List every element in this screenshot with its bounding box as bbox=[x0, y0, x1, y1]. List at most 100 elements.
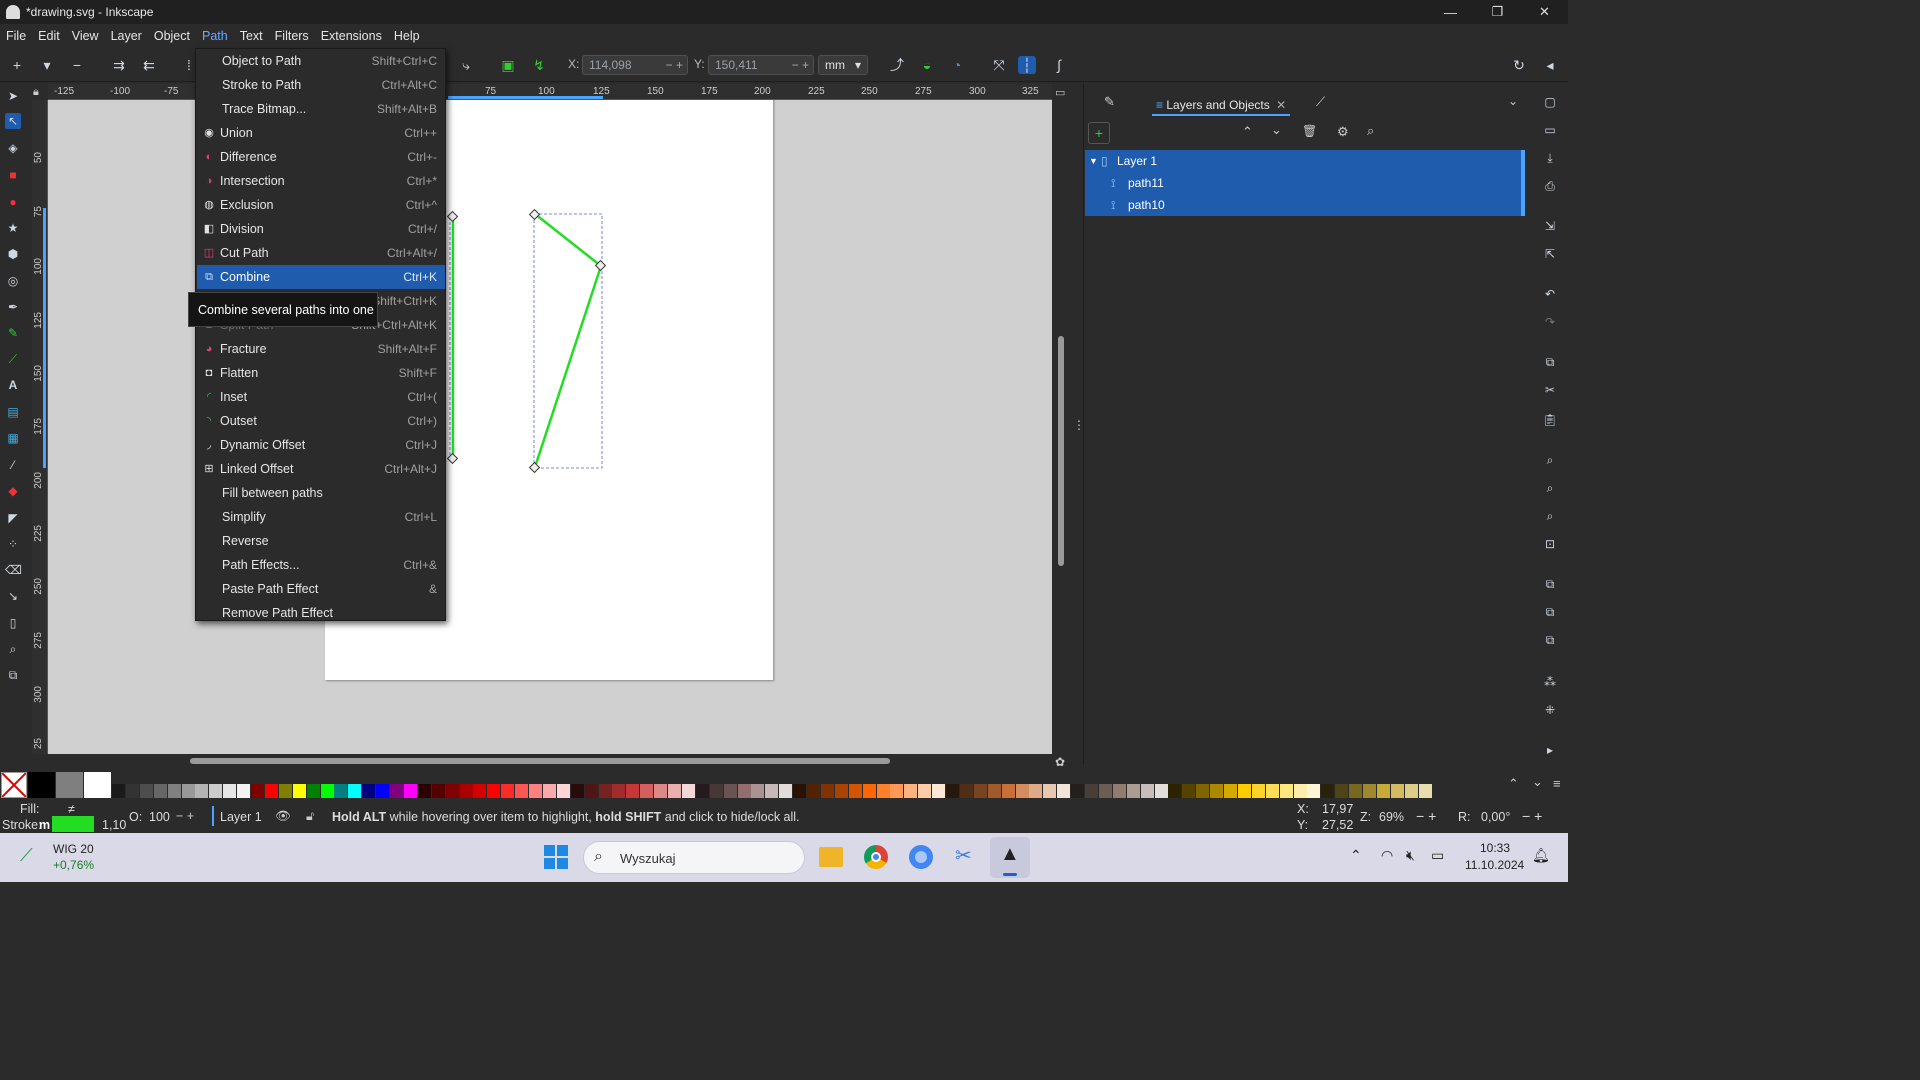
color-swatch[interactable] bbox=[598, 784, 612, 798]
eraser-tool-icon[interactable]: ⌫ bbox=[5, 562, 22, 578]
menu-item-dynamic-offset[interactable]: ◞ Dynamic Offset Ctrl+J bbox=[197, 433, 445, 457]
color-swatch[interactable] bbox=[862, 784, 876, 798]
transform-handles-icon[interactable]: ⤧ bbox=[990, 56, 1008, 74]
move-down-icon[interactable]: ⌄ bbox=[1271, 122, 1282, 138]
unit-select[interactable]: mm ▾ bbox=[818, 55, 868, 75]
path-effects-icon[interactable]: ⤴ bbox=[888, 56, 906, 74]
color-swatch[interactable] bbox=[1098, 784, 1112, 798]
zoom-page-icon[interactable]: ⌕ bbox=[1542, 508, 1558, 524]
expand-more-icon[interactable]: ▸ bbox=[1542, 742, 1558, 758]
color-swatch[interactable] bbox=[292, 784, 306, 798]
speaker-muted-icon[interactable]: 🔇︎ bbox=[1406, 847, 1415, 864]
close-button[interactable]: ✕ bbox=[1521, 0, 1568, 24]
color-swatch[interactable] bbox=[668, 784, 681, 798]
zoom-selection-icon[interactable]: ⌕ bbox=[1542, 452, 1558, 468]
color-swatch[interactable] bbox=[195, 784, 209, 798]
current-layer-select[interactable]: Layer 1 bbox=[220, 810, 262, 824]
color-swatch[interactable] bbox=[390, 784, 403, 798]
color-swatch[interactable] bbox=[334, 784, 348, 798]
menu-text[interactable]: Text bbox=[234, 24, 269, 48]
color-swatch[interactable] bbox=[709, 784, 723, 798]
menu-item-trace-bitmap[interactable]: Trace Bitmap... Shift+Alt+B bbox=[197, 97, 445, 121]
snap-menu-icon[interactable]: ◂ bbox=[1541, 56, 1559, 74]
color-swatch[interactable] bbox=[640, 784, 654, 798]
zoom-input[interactable]: 69% bbox=[1379, 810, 1404, 824]
color-swatch[interactable] bbox=[1196, 784, 1210, 798]
color-swatch[interactable] bbox=[765, 784, 779, 798]
object-row-path11[interactable]: ⟟ path11 bbox=[1085, 172, 1521, 194]
taskbar-search-box[interactable]: ⌕ Wyszukaj bbox=[583, 841, 805, 874]
menu-item-reverse[interactable]: Reverse bbox=[197, 529, 445, 553]
clock-time[interactable]: 10:33 bbox=[1480, 841, 1510, 855]
color-swatch[interactable] bbox=[529, 784, 542, 798]
menu-item-exclusion[interactable]: ◍ Exclusion Ctrl+^ bbox=[197, 193, 445, 217]
color-swatch[interactable] bbox=[1085, 784, 1098, 798]
display-mode-icon[interactable]: ▭ bbox=[1055, 86, 1065, 99]
color-swatch[interactable] bbox=[1390, 784, 1404, 798]
color-swatch[interactable] bbox=[654, 784, 668, 798]
shape-builder-icon[interactable]: ◈ bbox=[5, 140, 21, 156]
import-icon[interactable]: ⇲ bbox=[1542, 218, 1558, 234]
stroke-color-swatch[interactable] bbox=[52, 816, 94, 832]
horizontal-scrollbar[interactable] bbox=[190, 758, 890, 764]
color-swatch[interactable] bbox=[1224, 784, 1237, 798]
zoom-drawing-icon[interactable]: ⌕ bbox=[1542, 480, 1558, 496]
color-swatch[interactable] bbox=[167, 784, 181, 798]
widget-title[interactable]: WIG 20 bbox=[53, 842, 94, 856]
color-swatch[interactable] bbox=[1168, 784, 1182, 798]
dropper-tool-icon[interactable]: ⁄ bbox=[5, 457, 21, 473]
menu-edit[interactable]: Edit bbox=[32, 24, 66, 48]
zoom-stepper-icon[interactable]: − + bbox=[1416, 808, 1436, 824]
color-swatch[interactable] bbox=[1015, 784, 1029, 798]
color-swatch[interactable] bbox=[751, 784, 765, 798]
pencil-tool-icon[interactable]: ✎ bbox=[5, 325, 21, 341]
menu-item-difference[interactable]: ◐ Difference Ctrl+- bbox=[197, 145, 445, 169]
windows-start-icon[interactable] bbox=[544, 845, 568, 869]
close-tab-icon[interactable]: ✕ bbox=[1276, 98, 1286, 112]
color-swatch[interactable] bbox=[1237, 784, 1251, 798]
gradient-tool-icon[interactable]: ▤ bbox=[5, 404, 21, 420]
minimize-button[interactable]: — bbox=[1427, 0, 1474, 24]
zoom-width-icon[interactable]: ⊡ bbox=[1542, 536, 1558, 552]
color-swatch[interactable] bbox=[626, 784, 640, 798]
menu-extensions[interactable]: Extensions bbox=[315, 24, 388, 48]
menu-item-simplify[interactable]: Simplify Ctrl+L bbox=[197, 505, 445, 529]
color-swatch[interactable] bbox=[28, 772, 55, 798]
join-nodes-icon[interactable]: ⇉ bbox=[110, 56, 128, 74]
menu-item-division[interactable]: ◧ Division Ctrl+/ bbox=[197, 217, 445, 241]
color-swatch[interactable] bbox=[959, 784, 973, 798]
y-stepper-icon[interactable]: − + bbox=[792, 56, 809, 74]
color-swatch[interactable] bbox=[362, 784, 376, 798]
menu-help[interactable]: Help bbox=[388, 24, 426, 48]
color-swatch[interactable] bbox=[890, 784, 904, 798]
color-swatch[interactable] bbox=[445, 784, 459, 798]
color-swatch[interactable] bbox=[946, 784, 959, 798]
color-swatch[interactable] bbox=[695, 784, 709, 798]
menu-item-fracture[interactable]: ◕ Fracture Shift+Alt+F bbox=[197, 337, 445, 361]
show-handles-icon[interactable]: ↯ bbox=[530, 56, 548, 74]
menu-item-outset[interactable]: ◝ Outset Ctrl+) bbox=[197, 409, 445, 433]
menu-item-flatten[interactable]: ◘ Flatten Shift+F bbox=[197, 361, 445, 385]
menu-item-linked-offset[interactable]: ⊞ Linked Offset Ctrl+Alt+J bbox=[197, 457, 445, 481]
tweak-tool-icon[interactable]: ◤ bbox=[5, 510, 21, 526]
color-swatch[interactable] bbox=[1349, 784, 1363, 798]
color-swatch[interactable] bbox=[793, 784, 807, 798]
color-swatch[interactable] bbox=[1182, 784, 1196, 798]
color-swatch[interactable] bbox=[473, 784, 487, 798]
color-swatch[interactable] bbox=[1112, 784, 1126, 798]
delete-icon[interactable]: 🗑︎ bbox=[1302, 124, 1317, 138]
menu-item-cut-path[interactable]: ◫ Cut Path Ctrl+Alt+/ bbox=[197, 241, 445, 265]
color-swatch[interactable] bbox=[431, 784, 445, 798]
undo-icon[interactable]: ↶ bbox=[1542, 286, 1558, 302]
color-swatch[interactable] bbox=[264, 784, 278, 798]
xml-editor-tab-icon[interactable]: ⟋ bbox=[1316, 94, 1325, 110]
color-swatch[interactable] bbox=[932, 784, 946, 798]
node-smooth-icon[interactable]: ⤷ bbox=[457, 56, 475, 74]
menu-item-intersection[interactable]: ◑ Intersection Ctrl+* bbox=[197, 169, 445, 193]
opacity-input[interactable]: 100 bbox=[149, 810, 170, 824]
color-swatch[interactable] bbox=[1029, 784, 1043, 798]
rectangle-tool-icon[interactable]: ■ bbox=[5, 167, 21, 183]
snap-icon[interactable]: ↻ bbox=[1510, 56, 1528, 74]
color-swatch[interactable] bbox=[612, 784, 626, 798]
open-file-icon[interactable]: ▭ bbox=[1542, 122, 1558, 138]
